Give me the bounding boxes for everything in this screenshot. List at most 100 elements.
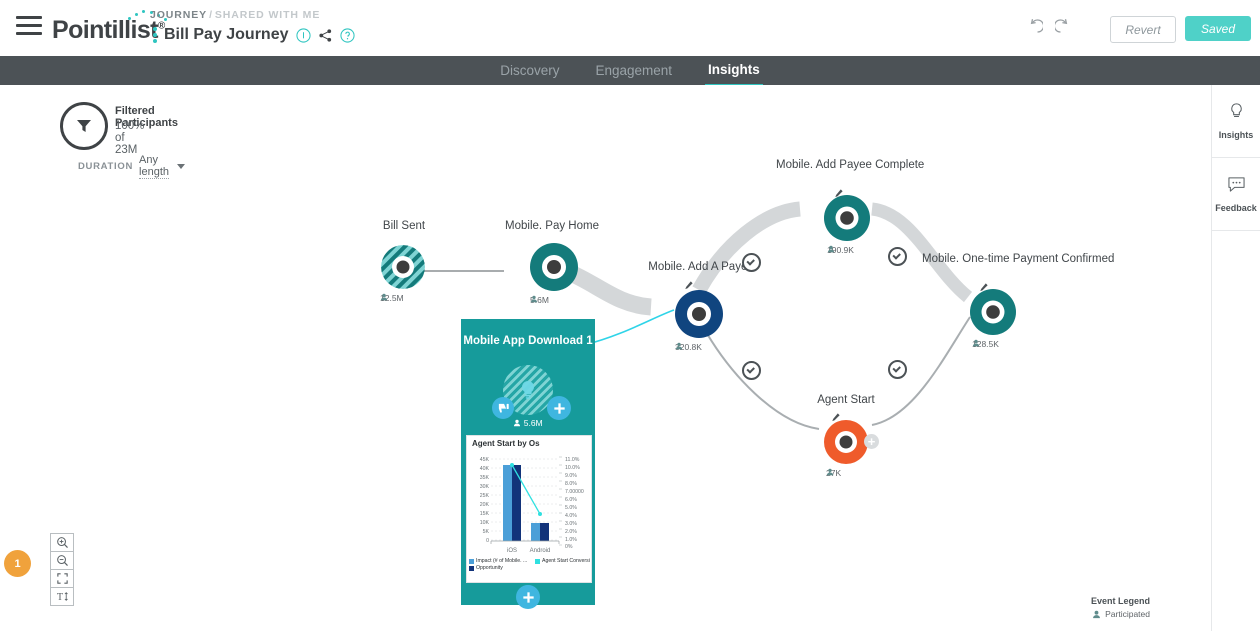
- pointillist-logo: Pointillist®: [52, 10, 167, 45]
- legend-label-conversion: Agent Start Conversi: [542, 558, 590, 564]
- text-size-icon[interactable]: T: [51, 588, 73, 605]
- info-icon[interactable]: [295, 27, 311, 43]
- sidebar-item-insights[interactable]: Insights: [1212, 85, 1260, 158]
- svg-text:T: T: [56, 592, 63, 603]
- journey-edges: [404, 201, 973, 430]
- edge-checkpoint-3[interactable]: [742, 361, 761, 380]
- breadcrumb-separator: /: [209, 9, 213, 21]
- node-count-mobile-add-a-payee: 320.8K: [675, 342, 702, 352]
- chart-legend: Impact (# of Mobile. ... Opportunity Age…: [469, 558, 593, 572]
- revert-button[interactable]: Revert: [1110, 16, 1176, 43]
- insight-card-count: 5.6M: [463, 418, 593, 428]
- svg-text:20K: 20K: [480, 502, 490, 508]
- add-insight-button-footer[interactable]: [516, 585, 540, 609]
- participant-icon: [826, 468, 834, 476]
- svg-text:iOS: iOS: [507, 548, 517, 554]
- drag-handle-icon[interactable]: [150, 26, 160, 44]
- sidebar-item-label-feedback: Feedback: [1215, 202, 1257, 213]
- speech-bubble-icon: [1227, 176, 1246, 198]
- saved-button[interactable]: Saved: [1185, 16, 1251, 41]
- node-count-mobile-one-time-payment-confirmed: 128.5K: [972, 339, 999, 349]
- legend-swatch-conversion: [535, 559, 540, 564]
- svg-text:3.0%: 3.0%: [565, 521, 577, 527]
- tab-insights[interactable]: Insights: [705, 55, 763, 87]
- help-icon[interactable]: [339, 27, 355, 43]
- edge-checkpoint-1[interactable]: [742, 253, 761, 272]
- participant-icon: [380, 293, 388, 301]
- node-count-agent-start: 27K: [826, 468, 842, 478]
- bar-android-impact: [531, 523, 540, 541]
- svg-text:30K: 30K: [480, 484, 490, 490]
- participant-icon: [827, 245, 835, 253]
- node-label-mobile-pay-home: Mobile. Pay Home: [505, 220, 599, 232]
- bar-ios-opportunity: [512, 465, 521, 541]
- svg-text:1.0%: 1.0%: [565, 537, 577, 543]
- svg-text:Android: Android: [530, 548, 551, 554]
- breadcrumb-shared-with-me[interactable]: SHARED WITH ME: [215, 9, 320, 21]
- svg-text:0%: 0%: [565, 544, 573, 550]
- zoom-in-icon[interactable]: [51, 534, 73, 552]
- fit-screen-icon[interactable]: [51, 570, 73, 588]
- svg-text:11.0%: 11.0%: [565, 457, 580, 463]
- undo-redo-group: [1023, 17, 1075, 37]
- tab-engagement[interactable]: Engagement: [592, 56, 675, 85]
- legend-swatch-impact: [469, 559, 474, 564]
- tab-discovery[interactable]: Discovery: [497, 56, 562, 85]
- sidebar-item-label-insights: Insights: [1218, 130, 1254, 140]
- svg-text:9.0%: 9.0%: [565, 473, 577, 479]
- participant-icon: [530, 295, 538, 303]
- edge-checkpoint-4[interactable]: [888, 360, 907, 379]
- svg-text:35K: 35K: [480, 475, 490, 481]
- node-label-mobile-add-payee-complete: Mobile. Add Payee Complete: [776, 159, 925, 171]
- legend-item-impact: Impact (# of Mobile. ...: [469, 558, 531, 565]
- add-node-button[interactable]: +: [864, 434, 879, 449]
- bar-android-opportunity: [540, 523, 549, 541]
- node-count-mobile-add-payee-complete: 190.9K: [827, 245, 854, 255]
- node-count-mobile-pay-home: 5.6M: [530, 295, 549, 305]
- svg-text:2.0%: 2.0%: [565, 529, 577, 535]
- svg-text:15K: 15K: [480, 511, 490, 517]
- svg-text:5K: 5K: [483, 529, 490, 535]
- add-insight-button[interactable]: [547, 396, 571, 420]
- lightbulb-icon: [1228, 102, 1245, 125]
- hamburger-menu-icon[interactable]: [16, 16, 42, 38]
- node-label-agent-start: Agent Start: [817, 394, 875, 406]
- share-icon[interactable]: [318, 28, 333, 43]
- svg-text:7.00000: 7.00000: [565, 489, 584, 495]
- top-bar: Pointillist® JOURNEY / SHARED WITH ME Bill…: [0, 0, 1260, 56]
- nav-bar: Discovery Engagement Insights: [0, 55, 1260, 87]
- redo-icon[interactable]: [1053, 17, 1075, 37]
- svg-text:10K: 10K: [480, 520, 490, 526]
- app-root: Pointillist® JOURNEY / SHARED WITH ME Bill…: [0, 0, 1260, 631]
- undo-icon[interactable]: [1023, 17, 1045, 37]
- legend-swatch-opportunity: [469, 566, 474, 571]
- legend-item-opportunity: Opportunity: [469, 565, 531, 572]
- participant-icon: [972, 339, 980, 347]
- event-legend-title: Event Legend: [1090, 596, 1150, 606]
- sidebar-item-feedback[interactable]: Feedback: [1212, 158, 1260, 231]
- insight-card-header: Mobile App Download 1 5.6M: [463, 321, 593, 433]
- insight-card[interactable]: Mobile App Download 1 5.6M Agent Start b…: [461, 319, 595, 609]
- event-legend-item-participated: Participated: [1091, 609, 1150, 619]
- svg-text:6.0%: 6.0%: [565, 497, 577, 503]
- insight-card-title: Mobile App Download 1: [463, 335, 593, 347]
- nav-tabs: Discovery Engagement Insights: [0, 55, 1260, 87]
- step-badge[interactable]: 1: [4, 550, 31, 577]
- svg-text:5.0%: 5.0%: [565, 505, 577, 511]
- svg-text:4.0%: 4.0%: [565, 513, 577, 519]
- legend-label-opportunity: Opportunity: [476, 565, 503, 571]
- zoom-out-icon[interactable]: [51, 552, 73, 570]
- event-legend: Event Legend Participated: [1091, 596, 1150, 619]
- breadcrumb-journey[interactable]: JOURNEY: [150, 9, 207, 21]
- left-rail: [0, 85, 24, 631]
- node-ring-bill-sent: [381, 245, 425, 289]
- node-label-bill-sent: Bill Sent: [382, 220, 426, 232]
- insight-chart[interactable]: Agent Start by Os 45K 40K 35K 30K 25K 20…: [466, 435, 592, 583]
- edge-checkpoint-2[interactable]: [888, 247, 907, 266]
- legend-item-conversion: Agent Start Conversi: [535, 558, 593, 565]
- journey-canvas: Filtered Participants 100% of 23M DURATI…: [24, 85, 1213, 631]
- thumbs-down-button[interactable]: [492, 397, 514, 419]
- chart-title: Agent Start by Os: [472, 439, 540, 448]
- journey-title-row: Bill Pay Journey: [150, 24, 355, 46]
- breadcrumb: JOURNEY / SHARED WITH ME: [150, 9, 320, 21]
